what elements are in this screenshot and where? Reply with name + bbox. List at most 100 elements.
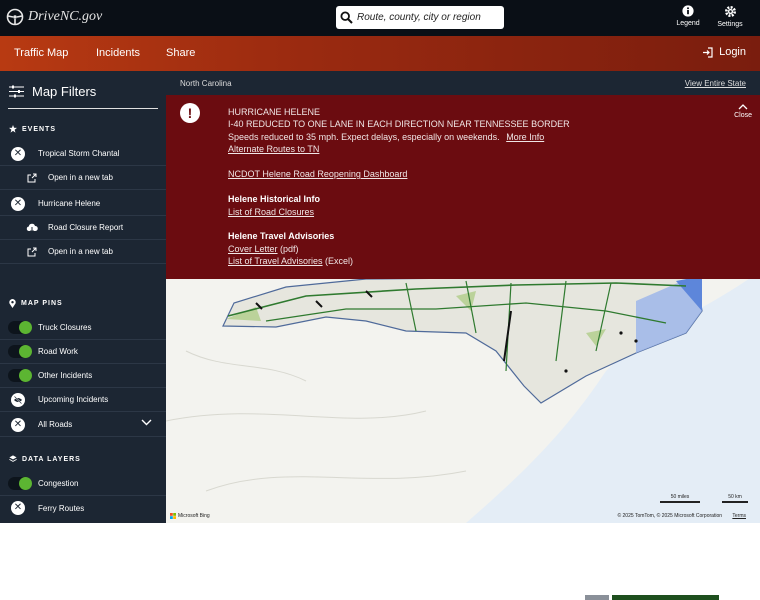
- historical-title: Helene Historical Info: [228, 194, 321, 204]
- site-logo[interactable]: DriveNC.gov: [6, 8, 102, 26]
- alert-close-button[interactable]: Close: [734, 103, 752, 119]
- pin-label: Upcoming Incidents: [38, 395, 109, 404]
- alert-exclamation-icon: !: [180, 103, 200, 123]
- travel-advisories-link[interactable]: List of Travel Advisories: [228, 256, 323, 266]
- main-nav: Traffic Map Incidents Share Login: [0, 36, 760, 71]
- provider-label: Microsoft Bing: [178, 513, 210, 519]
- layer-congestion[interactable]: Congestion: [0, 472, 166, 496]
- road-closures-link[interactable]: List of Road Closures: [228, 207, 314, 217]
- info-icon: [682, 5, 694, 17]
- pin-other-incidents[interactable]: Other Incidents: [0, 364, 166, 388]
- pin-upcoming-incidents[interactable]: Upcoming Incidents: [0, 388, 166, 412]
- close-label: Close: [734, 112, 752, 119]
- pin-label: Road Work: [38, 347, 78, 356]
- pins-section-title: MAP PINS: [9, 299, 63, 308]
- scale-km: 50 km: [722, 494, 748, 503]
- top-bar: DriveNC.gov Legend Settings: [0, 0, 760, 36]
- nav-traffic-map[interactable]: Traffic Map: [14, 47, 68, 59]
- view-entire-state-link[interactable]: View Entire State: [685, 79, 746, 88]
- nav-incidents[interactable]: Incidents: [96, 47, 140, 59]
- toggle-switch[interactable]: [8, 321, 32, 334]
- map-provider: Microsoft Bing: [170, 513, 210, 519]
- pin-all-roads[interactable]: ✕ All Roads: [0, 413, 166, 437]
- chevron-down-icon[interactable]: [141, 419, 152, 426]
- map-terms-link[interactable]: Terms: [732, 513, 746, 519]
- pin-icon-wrap: [0, 392, 30, 407]
- event-hurricane-helene[interactable]: ✕ Hurricane Helene: [0, 192, 166, 216]
- alert-title: HURRICANE HELENE: [228, 107, 321, 117]
- state-label: North Carolina: [180, 79, 232, 88]
- cover-letter-link[interactable]: Cover Letter: [228, 244, 278, 254]
- cover-letter-suffix: (pdf): [277, 244, 299, 254]
- sliders-icon: [9, 85, 24, 98]
- search-input[interactable]: [357, 12, 497, 23]
- sub-label: Road Closure Report: [48, 223, 124, 232]
- scale-km-label: 50 km: [728, 494, 742, 500]
- event-helene-open-new-tab[interactable]: Open in a new tab: [0, 240, 166, 264]
- x-circle-icon: ✕: [11, 417, 25, 432]
- dashboard-line: NCDOT Helene Road Reopening Dashboard: [228, 169, 407, 179]
- road-closures-line: List of Road Closures: [228, 207, 314, 217]
- toggle-switch[interactable]: [8, 345, 32, 358]
- login-button[interactable]: Login: [702, 46, 746, 58]
- pin-truck-closures[interactable]: Truck Closures: [0, 316, 166, 340]
- event-icon-wrap: ✕: [0, 146, 30, 161]
- sub-icon-wrap: [16, 247, 48, 257]
- event-label: Tropical Storm Chantal: [38, 149, 120, 158]
- event-helene-road-closure-report[interactable]: Road Closure Report: [0, 216, 166, 240]
- filters-header: Map Filters: [9, 84, 96, 99]
- toggle-switch[interactable]: [8, 477, 32, 490]
- advisories-suffix: (Excel): [322, 256, 354, 266]
- sub-icon-wrap: [16, 223, 48, 233]
- layer-ferry-routes[interactable]: ✕ Ferry Routes: [0, 496, 166, 520]
- pin-icon-wrap: ✕: [0, 417, 30, 432]
- footer-button-gray[interactable]: [585, 595, 609, 600]
- pin-road-work[interactable]: Road Work: [0, 340, 166, 364]
- steering-wheel-icon: [6, 8, 24, 26]
- alert-speeds-text: Speeds reduced to 35 mph. Expect delays,…: [228, 132, 500, 142]
- events-section-title: EVENTS: [9, 125, 56, 133]
- alternate-routes-link[interactable]: Alternate Routes to TN: [228, 144, 319, 154]
- search-icon: [340, 11, 353, 24]
- event-chantal-open-new-tab[interactable]: Open in a new tab: [0, 166, 166, 190]
- map-pin-icon: [9, 299, 16, 308]
- pin-label: Truck Closures: [38, 323, 92, 332]
- login-icon: [703, 46, 713, 58]
- settings-label: Settings: [717, 21, 743, 28]
- x-circle-icon: ✕: [11, 501, 25, 515]
- layer-icon-wrap: ✕: [0, 501, 30, 515]
- filters-sidebar: Map Filters EVENTS ✕ Tropical Storm Chan…: [0, 71, 166, 523]
- alert-speeds-line: Speeds reduced to 35 mph. Expect delays,…: [228, 132, 544, 142]
- map-location-bar: North Carolina View Entire State: [166, 71, 760, 95]
- toggle-switch[interactable]: [8, 369, 32, 382]
- star-icon: [9, 125, 17, 133]
- advisories-list-line: List of Travel Advisories (Excel): [228, 256, 353, 266]
- login-label: Login: [719, 46, 746, 58]
- layers-icon: [9, 455, 17, 462]
- nav-share[interactable]: Share: [166, 47, 195, 59]
- sub-label: Open in a new tab: [48, 173, 113, 182]
- search-box[interactable]: [336, 6, 504, 29]
- layers-section-title: DATA LAYERS: [9, 455, 81, 463]
- layers-title-text: DATA LAYERS: [22, 455, 81, 463]
- gear-icon: [724, 6, 736, 17]
- cloud-download-icon: [26, 223, 38, 233]
- traffic-map[interactable]: North Carolina View Entire State ! HURRI…: [166, 71, 760, 523]
- legend-button[interactable]: Legend: [668, 5, 708, 27]
- external-link-icon: [27, 247, 37, 256]
- scale-miles-bar: [660, 501, 700, 503]
- scale-miles-label: 50 miles: [670, 494, 690, 500]
- more-info-link[interactable]: More Info: [506, 132, 544, 142]
- footer-button-green[interactable]: [612, 595, 719, 600]
- microsoft-logo-icon: [170, 513, 176, 519]
- event-tropical-storm-chantal[interactable]: ✕ Tropical Storm Chantal: [0, 142, 166, 166]
- reopening-dashboard-link[interactable]: NCDOT Helene Road Reopening Dashboard: [228, 169, 407, 179]
- legend-label: Legend: [676, 20, 700, 27]
- map-attribution: © 2025 TomTom, © 2025 Microsoft Corporat…: [617, 513, 722, 519]
- toggle-knob: [19, 321, 32, 334]
- sub-label: Open in a new tab: [48, 247, 113, 256]
- hurricane-alert-banner: ! HURRICANE HELENE I-40 REDUCED TO ONE L…: [166, 95, 760, 279]
- events-title-text: EVENTS: [22, 125, 57, 133]
- pins-title-text: MAP PINS: [21, 300, 63, 307]
- settings-button[interactable]: Settings: [710, 5, 750, 28]
